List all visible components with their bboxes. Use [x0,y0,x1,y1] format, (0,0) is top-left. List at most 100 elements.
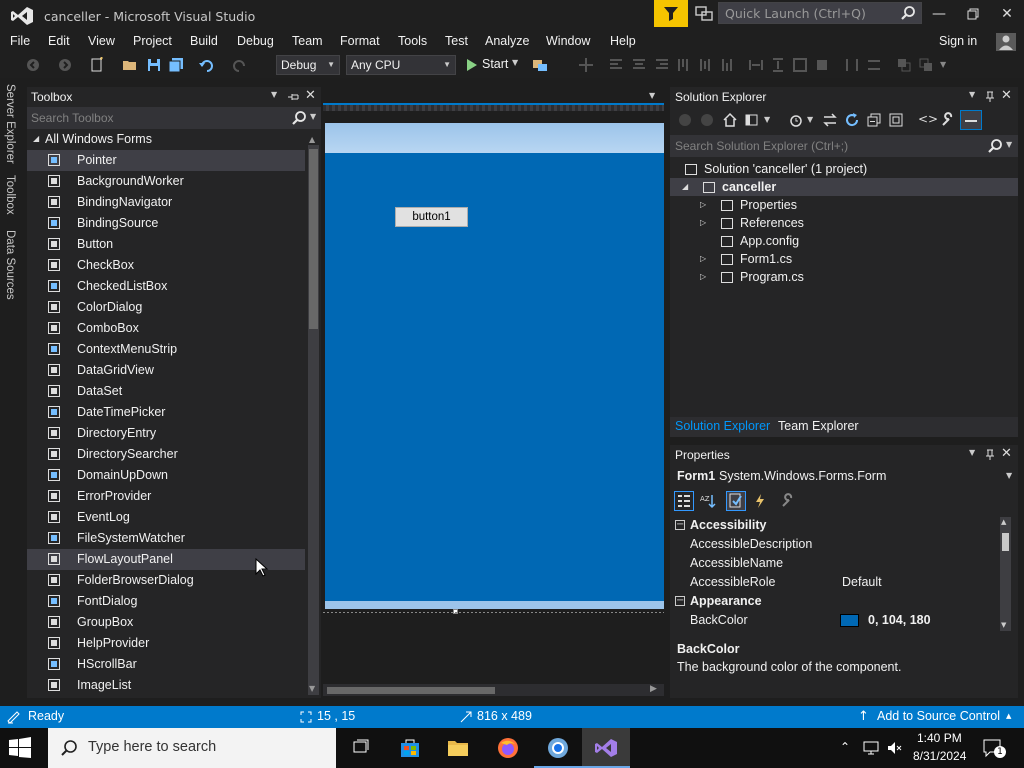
tab-solution-explorer[interactable]: Solution Explorer [675,419,770,433]
menu-build[interactable]: Build [190,32,218,52]
chevron-down-icon[interactable]: ▼ [807,115,813,124]
menu-test[interactable]: Test [445,32,468,52]
data-sources-tab[interactable]: Data Sources [4,230,16,300]
properties-wrench-icon[interactable] [940,112,956,128]
toolbox-item[interactable]: DataSet [27,381,305,402]
collapsed-triangle-icon[interactable]: ▷ [700,200,706,209]
chevron-down-icon[interactable]: ▼ [764,115,770,124]
chrome-button[interactable] [534,728,582,768]
align-tops-icon[interactable] [676,57,692,73]
property-pages-icon[interactable] [780,493,796,509]
collapse-all-icon[interactable] [866,112,882,128]
scroll-down-icon[interactable]: ▼ [1001,621,1006,629]
property-value[interactable]: Default [842,575,882,589]
platform-select[interactable]: Any CPU ▼ [346,55,456,75]
notifications-button[interactable]: 1 [982,738,1006,758]
redo-icon[interactable] [232,57,248,73]
scroll-down-icon[interactable]: ▼ [309,684,315,693]
new-project-icon[interactable] [89,57,105,73]
make-same-width-icon[interactable] [748,57,764,73]
windows-start-icon[interactable] [8,736,32,760]
toolbox-item[interactable]: HScrollBar [27,654,305,675]
toolbox-item[interactable]: DomainUpDown [27,465,305,486]
menu-view[interactable]: View [88,32,115,52]
solution-tree-item[interactable]: App.config [670,232,1018,250]
save-icon[interactable] [146,57,162,73]
toolbox-item[interactable]: Button [27,234,305,255]
property-category[interactable]: − Appearance [670,592,998,611]
send-to-back-icon[interactable] [918,57,934,73]
solution-tree-item[interactable]: ▷ References [670,214,1018,232]
toolbox-item[interactable]: ColorDialog [27,297,305,318]
toolbox-item[interactable]: ImageList [27,675,305,696]
visual-studio-taskbar-button[interactable] [582,728,630,768]
taskbar-search-box[interactable]: Type here to search [48,728,336,768]
pending-changes-icon[interactable] [788,112,804,128]
align-bottoms-icon[interactable] [720,57,736,73]
back-icon[interactable] [25,57,41,73]
back-icon[interactable] [678,113,692,127]
volume-muted-icon[interactable] [886,739,904,757]
scroll-right-icon[interactable]: ▶ [650,684,657,694]
forward-icon[interactable] [57,57,73,73]
horizontal-spacing-icon[interactable] [844,57,860,73]
account-icon[interactable] [996,33,1016,51]
view-code-icon[interactable]: <> [918,112,938,126]
solution-tree-item[interactable]: ◢ canceller [670,178,1018,196]
toolbox-item[interactable]: BindingNavigator [27,192,305,213]
solution-explorer-search-input[interactable]: Search Solution Explorer (Ctrl+;) ▼ [670,135,1018,157]
scroll-up-icon[interactable]: ▲ [1001,518,1006,526]
solution-tree-item[interactable]: Solution 'canceller' (1 project) [670,160,1018,178]
pin-icon[interactable] [984,449,996,461]
panel-menu-icon[interactable]: ▼ [271,90,277,99]
collapsed-triangle-icon[interactable]: ▷ [700,218,706,227]
menu-edit[interactable]: Edit [48,32,70,52]
toolbox-item[interactable]: EventLog [27,507,305,528]
categorized-button[interactable] [674,491,694,511]
menu-file[interactable]: File [10,32,30,52]
quick-launch-input[interactable]: Quick Launch (Ctrl+Q) [718,2,922,24]
menu-project[interactable]: Project [133,32,172,52]
property-object-select[interactable]: Form1 System.Windows.Forms.Form ▼ [670,465,1018,487]
refresh-icon[interactable] [844,112,860,128]
toolbox-item[interactable]: GroupBox [27,612,305,633]
align-centers-icon[interactable] [631,57,647,73]
toolbox-item[interactable]: FontDialog [27,591,305,612]
menu-tools[interactable]: Tools [398,32,427,52]
collapse-icon[interactable]: − [675,520,685,530]
solution-tree-item[interactable]: ▷ Program.cs [670,268,1018,286]
align-lefts-icon[interactable] [608,57,624,73]
toolbox-item[interactable]: FileSystemWatcher [27,528,305,549]
menu-debug[interactable]: Debug [237,32,274,52]
toolbox-item[interactable]: DataGridView [27,360,305,381]
property-row[interactable]: AccessibleName [670,554,998,573]
toolbox-item[interactable]: ComboBox [27,318,305,339]
expanded-triangle-icon[interactable]: ◢ [682,182,688,191]
show-hidden-icons-icon[interactable]: ⌃ [840,740,850,754]
toolbox-item[interactable]: ErrorProvider [27,486,305,507]
menu-format[interactable]: Format [340,32,380,52]
menu-analyze[interactable]: Analyze [485,32,529,52]
toolbox-item[interactable]: Pointer [27,150,305,171]
undo-icon[interactable] [198,57,214,73]
preview-selected-items-button[interactable] [960,110,982,130]
taskbar-clock-time[interactable]: 1:40 PM [917,731,962,745]
property-row[interactable]: AccessibleRole Default [670,573,998,592]
alphabetical-icon[interactable]: AZ [700,493,716,509]
property-grid-scroll-thumb[interactable] [1002,533,1009,551]
minimize-button[interactable]: — [924,4,954,24]
pin-icon[interactable] [287,91,299,103]
collapsed-triangle-icon[interactable]: ▷ [700,272,706,281]
events-lightning-icon[interactable] [752,493,768,509]
server-explorer-tab[interactable]: Server Explorer [4,84,16,164]
menu-team[interactable]: Team [292,32,323,52]
tab-team-explorer[interactable]: Team Explorer [778,419,859,433]
firefox-button[interactable] [484,728,532,768]
close-icon[interactable]: ✕ [1001,88,1012,103]
toolbox-scroll-thumb[interactable] [309,149,318,329]
toolbox-item[interactable]: ContextMenuStrip [27,339,305,360]
document-menu-icon[interactable]: ▼ [649,91,655,100]
forward-icon[interactable] [700,113,714,127]
configuration-select[interactable]: Debug ▼ [276,55,340,75]
make-same-size-icon[interactable] [792,57,808,73]
